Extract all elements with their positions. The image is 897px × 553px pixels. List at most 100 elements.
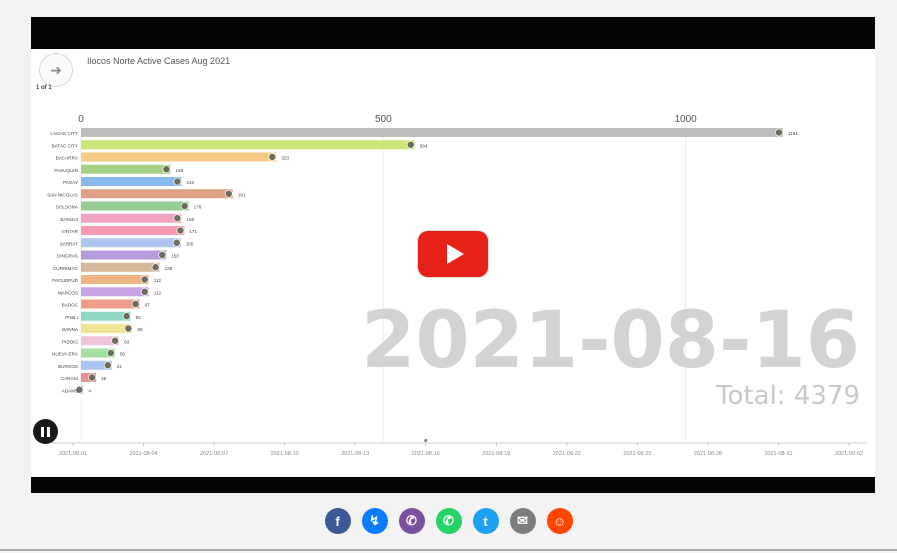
current-date-display: 2021-08-16 bbox=[361, 296, 860, 386]
bar-marker bbox=[124, 324, 133, 333]
value-label: 51 bbox=[117, 364, 123, 369]
page: ➜ Ilocos Norte Active Cases Aug 2021 1 o… bbox=[0, 0, 897, 553]
bar bbox=[81, 164, 171, 174]
value-label: 97 bbox=[145, 303, 151, 308]
category-label: BADOC bbox=[62, 303, 79, 308]
timeline-label: 2021-08-04 bbox=[129, 451, 157, 457]
value-label: 63 bbox=[124, 339, 130, 344]
bar-marker bbox=[151, 263, 160, 272]
category-label: PIDDIG bbox=[62, 339, 78, 344]
timeline-label: 2021-08-28 bbox=[694, 451, 722, 457]
timeline-label: 2021-08-07 bbox=[200, 451, 228, 457]
category-label: PAOAY bbox=[63, 180, 78, 185]
category-label: PASUQUIN bbox=[54, 168, 78, 173]
value-label: 112 bbox=[154, 278, 162, 283]
bar bbox=[81, 226, 185, 235]
value-label: 56 bbox=[120, 352, 126, 357]
timeline-label: 2021-09-02 bbox=[835, 451, 863, 457]
timeline-label: 2021-08-19 bbox=[482, 451, 510, 457]
facebook-icon[interactable]: f bbox=[324, 508, 351, 534]
bar-marker bbox=[162, 165, 171, 174]
messenger-icon[interactable]: ↯ bbox=[361, 508, 388, 534]
bar-marker bbox=[122, 312, 131, 321]
bar-marker bbox=[172, 238, 181, 247]
value-label: 168 bbox=[175, 168, 183, 173]
bar-marker bbox=[88, 373, 97, 382]
value-label: 112 bbox=[154, 290, 162, 295]
total-display: Total: 4379 bbox=[715, 381, 860, 411]
reddit-icon[interactable]: ☺ bbox=[546, 508, 573, 534]
bar bbox=[81, 275, 149, 284]
value-label: 138 bbox=[165, 266, 173, 271]
value-label: 171 bbox=[189, 229, 197, 234]
category-label: MARCOS bbox=[58, 290, 78, 295]
timeline-label: 2021-08-22 bbox=[553, 451, 581, 457]
bar bbox=[81, 128, 783, 137]
bar bbox=[81, 189, 233, 199]
timeline-label: 2021-08-10 bbox=[271, 451, 299, 457]
value-label: 4 bbox=[88, 388, 91, 393]
value-label: 191 bbox=[238, 192, 246, 197]
bar bbox=[81, 250, 167, 260]
email-icon[interactable]: ✉ bbox=[509, 508, 536, 534]
timeline-label: 2021-08-01 bbox=[59, 451, 87, 457]
bar-marker bbox=[140, 287, 149, 296]
bar-marker bbox=[158, 251, 167, 259]
x-tick-label: 500 bbox=[375, 114, 392, 125]
bar-marker bbox=[775, 128, 783, 137]
x-tick-label: 1000 bbox=[674, 114, 697, 125]
bar bbox=[81, 152, 277, 162]
category-label: VINTAR bbox=[61, 229, 78, 234]
youtube-play-icon[interactable] bbox=[418, 231, 488, 277]
bar-marker bbox=[106, 349, 115, 357]
whatsapp-icon[interactable]: ✆ bbox=[435, 508, 462, 534]
bar-marker bbox=[224, 189, 233, 198]
category-label: BATAC CITY bbox=[52, 143, 78, 148]
category-label: PINILI bbox=[65, 315, 78, 320]
category-label: SOLSONA bbox=[56, 205, 79, 210]
bar-marker bbox=[176, 226, 185, 235]
bar-marker bbox=[103, 361, 112, 370]
category-label: SAN NICOLAS bbox=[47, 192, 78, 197]
video-embed[interactable]: ➜ Ilocos Norte Active Cases Aug 2021 1 o… bbox=[31, 17, 875, 493]
twitter-icon[interactable]: t bbox=[472, 508, 499, 534]
bar bbox=[81, 262, 160, 272]
value-label: 85 bbox=[137, 327, 143, 332]
value-label: 168 bbox=[186, 217, 194, 222]
timeline-label: 2021-08-31 bbox=[764, 451, 792, 457]
bar-marker bbox=[173, 177, 182, 186]
category-label: BACARRA bbox=[56, 156, 79, 161]
viber-icon[interactable]: ✆ bbox=[398, 508, 425, 534]
bar-marker bbox=[173, 214, 182, 223]
value-label: 178 bbox=[194, 205, 202, 210]
value-label: 82 bbox=[136, 315, 142, 320]
category-label: PAGUDPUD bbox=[52, 278, 78, 283]
x-tick-label: 0 bbox=[78, 114, 84, 125]
pause-icon[interactable] bbox=[33, 419, 58, 444]
share-bar: f ↯ ✆ ✆ t ✉ ☺ bbox=[0, 493, 897, 551]
bar bbox=[81, 287, 149, 297]
bar bbox=[81, 299, 140, 309]
value-label: 150 bbox=[171, 254, 179, 259]
value-label: 323 bbox=[281, 156, 289, 161]
category-label: LAOAG CITY bbox=[50, 131, 78, 136]
value-label: 25 bbox=[101, 376, 107, 381]
value-label: 216 bbox=[186, 180, 194, 185]
bar bbox=[81, 201, 189, 211]
category-label: SARRAT bbox=[60, 241, 78, 246]
category-label: NUEVA ERA bbox=[52, 352, 79, 357]
bar bbox=[81, 140, 415, 150]
category-label: BANNA bbox=[62, 327, 79, 332]
bar-marker bbox=[140, 275, 149, 284]
category-label: CARASI bbox=[61, 376, 78, 381]
bar-marker bbox=[268, 153, 277, 161]
bar-marker bbox=[406, 140, 415, 149]
bar bbox=[81, 177, 182, 186]
value-label: 1161 bbox=[788, 131, 798, 136]
timeline-marker bbox=[424, 438, 428, 443]
bar bbox=[81, 238, 181, 248]
bar-marker bbox=[131, 300, 140, 308]
timeline-label: 2021-08-13 bbox=[341, 451, 369, 457]
bar-marker bbox=[180, 202, 189, 210]
value-label: 155 bbox=[186, 241, 194, 246]
